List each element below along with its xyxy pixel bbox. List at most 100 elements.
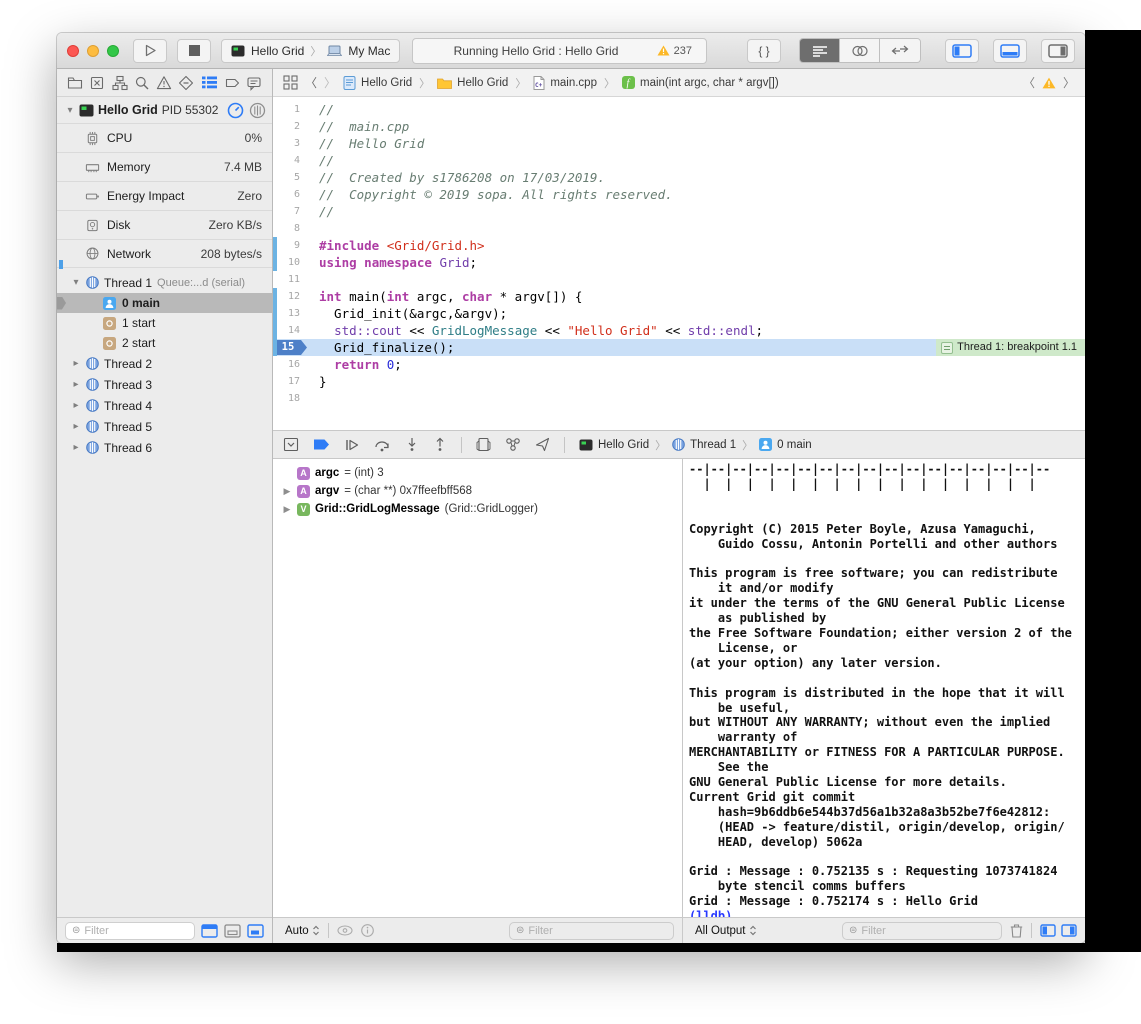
variables-scope-popup[interactable]: Auto xyxy=(285,925,320,937)
disclosure-triangle-icon[interactable]: ▸ xyxy=(71,421,81,432)
library-button[interactable]: { } xyxy=(747,39,781,63)
step-out-icon[interactable] xyxy=(433,437,447,452)
thread-row[interactable]: ▸Thread 5 xyxy=(57,416,272,437)
code-line-breakpoint[interactable]: 15 Grid_finalize();Thread 1: breakpoint … xyxy=(273,339,1085,356)
assistant-editor-button[interactable] xyxy=(840,39,880,62)
run-button[interactable] xyxy=(133,39,167,63)
debug-breadcrumb-item[interactable]: Hello Grid xyxy=(579,439,649,451)
code-line[interactable]: 12int main(int argc, char * argv[]) { xyxy=(273,288,1085,305)
source-control-navigator-icon[interactable] xyxy=(89,75,105,91)
code-line[interactable]: 8 xyxy=(273,220,1085,237)
memory-graph-icon[interactable] xyxy=(505,437,521,452)
disclosure-triangle-icon[interactable]: ▸ xyxy=(71,379,81,390)
code-line[interactable]: 10using namespace Grid; xyxy=(273,254,1085,271)
variable-row[interactable]: ▶VGrid::GridLogMessage (Grid::GridLogger… xyxy=(273,500,682,518)
thread-row[interactable]: ▸Thread 6 xyxy=(57,437,272,458)
minimize-window-button[interactable] xyxy=(87,45,99,57)
warning-count-badge[interactable]: 237 xyxy=(651,43,698,59)
thread-row[interactable]: ▾Thread 1Queue:...d (serial) xyxy=(57,272,272,293)
disclosure-triangle-icon[interactable]: ▸ xyxy=(71,400,81,411)
view-debugger-icon[interactable] xyxy=(476,437,491,452)
code-line[interactable]: 16 return 0; xyxy=(273,356,1085,373)
performance-gauge-icon[interactable] xyxy=(227,102,244,119)
navigator-filter-field[interactable]: ⊜ Filter xyxy=(65,922,195,940)
close-window-button[interactable] xyxy=(67,45,79,57)
code-line[interactable]: 9#include <Grid/Grid.h> xyxy=(273,237,1085,254)
issue-navigator-icon[interactable] xyxy=(156,75,172,91)
breadcrumb-item[interactable]: Hello Grid xyxy=(343,76,412,90)
symbol-navigator-icon[interactable] xyxy=(112,75,128,91)
thread-row[interactable]: ▸Thread 4 xyxy=(57,395,272,416)
thread-row[interactable]: ▸Thread 3 xyxy=(57,374,272,395)
code-line[interactable]: 11 xyxy=(273,271,1085,288)
stop-button[interactable] xyxy=(177,39,211,63)
source-editor[interactable]: 1//2// main.cpp3// Hello Grid4//5// Crea… xyxy=(273,97,1085,430)
console-output-popup[interactable]: All Output xyxy=(695,925,757,937)
code-line[interactable]: 6// Copyright © 2019 sopa. All rights re… xyxy=(273,186,1085,203)
variables-view[interactable]: Aargc = (int) 3▶Aargv = (char **) 0x7ffe… xyxy=(273,459,682,917)
show-console-view-icon[interactable] xyxy=(1061,924,1077,937)
show-variables-view-icon[interactable] xyxy=(1040,924,1056,937)
variables-filter-field[interactable]: ⊜ Filter xyxy=(509,922,674,940)
version-editor-button[interactable] xyxy=(880,39,920,62)
code-line[interactable]: 5// Created by s1786208 on 17/03/2019. xyxy=(273,169,1085,186)
breadcrumb-item[interactable]: Hello Grid xyxy=(437,77,508,89)
zoom-window-button[interactable] xyxy=(107,45,119,57)
show-crashed-toggle-icon[interactable] xyxy=(247,924,264,938)
console-filter-field[interactable]: ⊜ Filter xyxy=(842,922,1002,940)
next-issue-button[interactable]: 〉 xyxy=(1063,74,1075,91)
toggle-debug-area-button[interactable] xyxy=(993,39,1027,63)
gauge-row-cpu[interactable]: CPU0% xyxy=(57,123,272,152)
code-line[interactable]: 3// Hello Grid xyxy=(273,135,1085,152)
debug-navigator-icon[interactable] xyxy=(201,75,218,90)
debug-breadcrumb-item[interactable]: Thread 1 xyxy=(672,438,736,451)
lldb-prompt[interactable]: (lldb) xyxy=(689,909,732,917)
disclosure-triangle-icon[interactable]: ▶ xyxy=(282,486,292,497)
console-view[interactable]: --|--|--|--|--|--|--|--|--|--|--|--|--|-… xyxy=(682,459,1085,917)
warning-icon[interactable] xyxy=(1042,77,1056,89)
step-over-icon[interactable] xyxy=(374,438,391,452)
gauge-row-disk[interactable]: DiskZero KB/s xyxy=(57,210,272,239)
find-navigator-icon[interactable] xyxy=(134,75,150,91)
info-icon[interactable] xyxy=(361,924,374,937)
show-stack-frames-toggle-icon[interactable] xyxy=(224,924,241,938)
disclosure-triangle-icon[interactable]: ▶ xyxy=(282,504,292,515)
toggle-inspector-button[interactable] xyxy=(1041,39,1075,63)
breakpoint-navigator-icon[interactable] xyxy=(224,75,240,91)
code-line[interactable]: 2// main.cpp xyxy=(273,118,1085,135)
stack-frame-row[interactable]: 0 main xyxy=(57,293,272,313)
code-line[interactable]: 4// xyxy=(273,152,1085,169)
activity-viewer[interactable]: Running Hello Grid : Hello Grid 237 xyxy=(412,38,707,64)
test-navigator-icon[interactable] xyxy=(178,75,194,91)
breakpoint-marker[interactable]: 15 xyxy=(277,340,307,355)
memory-rings-icon[interactable] xyxy=(249,102,266,119)
code-line[interactable]: 13 Grid_init(&argc,&argv); xyxy=(273,305,1085,322)
forward-button[interactable]: 〉 xyxy=(324,74,336,91)
project-navigator-icon[interactable] xyxy=(67,75,83,91)
gauge-row-energy[interactable]: Energy ImpactZero xyxy=(57,181,272,210)
breakpoint-annotation[interactable]: Thread 1: breakpoint 1.1 xyxy=(936,339,1085,356)
breadcrumb-item[interactable]: fmain(int argc, char * argv[]) xyxy=(622,76,779,89)
breakpoints-toggle-icon[interactable] xyxy=(313,438,330,451)
variable-row[interactable]: Aargc = (int) 3 xyxy=(273,464,682,482)
disclosure-triangle-icon[interactable]: ▸ xyxy=(71,442,81,453)
show-running-toggle-icon[interactable] xyxy=(201,924,218,938)
code-line[interactable]: 18 xyxy=(273,390,1085,407)
code-line[interactable]: 1// xyxy=(273,101,1085,118)
related-items-icon[interactable] xyxy=(283,75,298,90)
scheme-selector[interactable]: Hello Grid 〉 My Mac xyxy=(221,39,400,63)
code-line[interactable]: 14 std::cout << GridLogMessage << "Hello… xyxy=(273,322,1085,339)
stack-frame-row[interactable]: 2 start xyxy=(57,333,272,353)
code-line[interactable]: 17} xyxy=(273,373,1085,390)
disclosure-triangle-icon[interactable]: ▸ xyxy=(71,358,81,369)
hide-debug-area-icon[interactable] xyxy=(283,437,299,452)
disclosure-triangle-icon[interactable]: ▾ xyxy=(65,105,75,116)
step-into-icon[interactable] xyxy=(405,437,419,452)
breadcrumb-item[interactable]: C+main.cpp xyxy=(533,76,597,90)
variable-row[interactable]: ▶Aargv = (char **) 0x7ffeefbff568 xyxy=(273,482,682,500)
clear-console-trash-icon[interactable] xyxy=(1010,923,1023,938)
thread-row[interactable]: ▸Thread 2 xyxy=(57,353,272,374)
standard-editor-button[interactable] xyxy=(800,39,840,62)
gauge-row-memory[interactable]: Memory7.4 MB xyxy=(57,152,272,181)
debug-breadcrumb-item[interactable]: 0 main xyxy=(759,438,812,451)
